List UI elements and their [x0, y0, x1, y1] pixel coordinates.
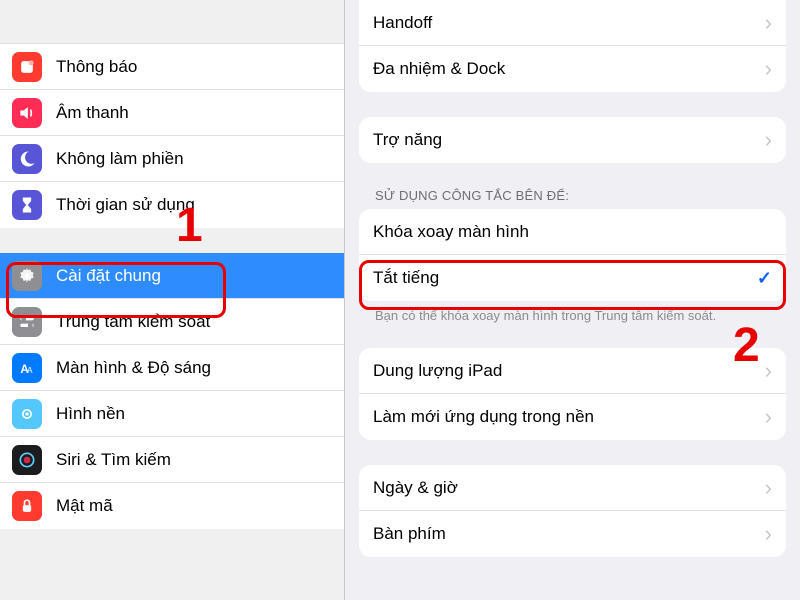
chevron-right-icon: › [765, 477, 772, 499]
detail-row-label: Đa nhiệm & Dock [373, 59, 765, 79]
chevron-right-icon: › [765, 129, 772, 151]
sidebar-item-control-center[interactable]: Trung tâm kiểm soát [0, 299, 344, 345]
sidebar-item-siri[interactable]: Siri & Tìm kiếm [0, 437, 344, 483]
notifications-icon [12, 52, 42, 82]
sidebar-item-screentime[interactable]: Thời gian sử dụng [0, 182, 344, 228]
sidebar-item-passcode[interactable]: Mật mã [0, 483, 344, 529]
chevron-right-icon: › [765, 12, 772, 34]
sidebar-item-label: Mật mã [56, 496, 328, 516]
sidebar-group-1: Thông báo Âm thanh Không làm phiền Thời … [0, 44, 344, 228]
side-switch-footer: Bạn có thể khóa xoay màn hình trong Trun… [375, 308, 770, 323]
sounds-icon [12, 98, 42, 128]
sidebar-item-label: Thông báo [56, 57, 328, 77]
sidebar-item-general[interactable]: Cài đặt chung [0, 253, 344, 299]
sidebar-item-label: Màn hình & Độ sáng [56, 358, 328, 378]
detail-row-accessibility[interactable]: Trợ năng › [359, 117, 786, 163]
display-icon: AA [12, 353, 42, 383]
detail-row-datetime[interactable]: Ngày & giờ › [359, 465, 786, 511]
chevron-right-icon: › [765, 360, 772, 382]
chevron-right-icon: › [765, 523, 772, 545]
detail-row-label: Khóa xoay màn hình [373, 222, 772, 242]
detail-group-handoff: Handoff › Đa nhiệm & Dock › [359, 0, 786, 92]
detail-group-side-switch: Khóa xoay màn hình Tắt tiếng ✓ [359, 209, 786, 301]
detail-row-lock-rotation[interactable]: Khóa xoay màn hình [359, 209, 786, 255]
chevron-right-icon: › [765, 58, 772, 80]
detail-row-keyboard[interactable]: Bàn phím › [359, 511, 786, 557]
detail-row-label: Làm mới ứng dụng trong nền [373, 407, 765, 427]
detail-row-mute[interactable]: Tắt tiếng ✓ [359, 255, 786, 301]
sidebar-group-2: Cài đặt chung Trung tâm kiểm soát AA Màn… [0, 253, 344, 529]
sidebar-item-label: Siri & Tìm kiếm [56, 450, 328, 470]
sidebar-item-dnd[interactable]: Không làm phiền [0, 136, 344, 182]
sidebar-item-wallpaper[interactable]: Hình nền [0, 391, 344, 437]
sidebar-item-label: Cài đặt chung [56, 266, 328, 286]
svg-text:A: A [27, 365, 33, 375]
side-switch-header: SỬ DỤNG CÔNG TẮC BÊN ĐỂ: [375, 188, 770, 203]
sidebar-item-display[interactable]: AA Màn hình & Độ sáng [0, 345, 344, 391]
gear-icon [12, 261, 42, 291]
siri-icon [12, 445, 42, 475]
sidebar-item-label: Hình nền [56, 404, 328, 424]
settings-sidebar: Thông báo Âm thanh Không làm phiền Thời … [0, 0, 345, 600]
detail-row-label: Trợ năng [373, 130, 765, 150]
detail-row-label: Dung lượng iPad [373, 361, 765, 381]
detail-row-label: Tắt tiếng [373, 268, 757, 288]
detail-group-datetime: Ngày & giờ › Bàn phím › [359, 465, 786, 557]
general-detail-pane: Handoff › Đa nhiệm & Dock › Trợ năng › S… [345, 0, 800, 600]
sidebar-item-label: Âm thanh [56, 103, 328, 123]
detail-row-handoff[interactable]: Handoff › [359, 0, 786, 46]
detail-row-multitasking[interactable]: Đa nhiệm & Dock › [359, 46, 786, 92]
wallpaper-icon [12, 399, 42, 429]
sidebar-item-sounds[interactable]: Âm thanh [0, 90, 344, 136]
toggles-icon [12, 307, 42, 337]
detail-row-storage[interactable]: Dung lượng iPad › [359, 348, 786, 394]
moon-icon [12, 144, 42, 174]
chevron-right-icon: › [765, 406, 772, 428]
sidebar-item-label: Thời gian sử dụng [56, 195, 328, 215]
sidebar-item-label: Không làm phiền [56, 149, 328, 169]
detail-row-label: Handoff [373, 13, 765, 33]
sidebar-spacer [0, 0, 344, 44]
detail-row-label: Ngày & giờ [373, 478, 765, 498]
sidebar-item-label: Trung tâm kiểm soát [56, 312, 328, 332]
lock-icon [12, 491, 42, 521]
hourglass-icon [12, 190, 42, 220]
detail-group-storage: Dung lượng iPad › Làm mới ứng dụng trong… [359, 348, 786, 440]
detail-row-background-refresh[interactable]: Làm mới ứng dụng trong nền › [359, 394, 786, 440]
detail-group-accessibility: Trợ năng › [359, 117, 786, 163]
detail-row-label: Bàn phím [373, 524, 765, 544]
sidebar-item-notifications[interactable]: Thông báo [0, 44, 344, 90]
checkmark-icon: ✓ [757, 268, 772, 289]
